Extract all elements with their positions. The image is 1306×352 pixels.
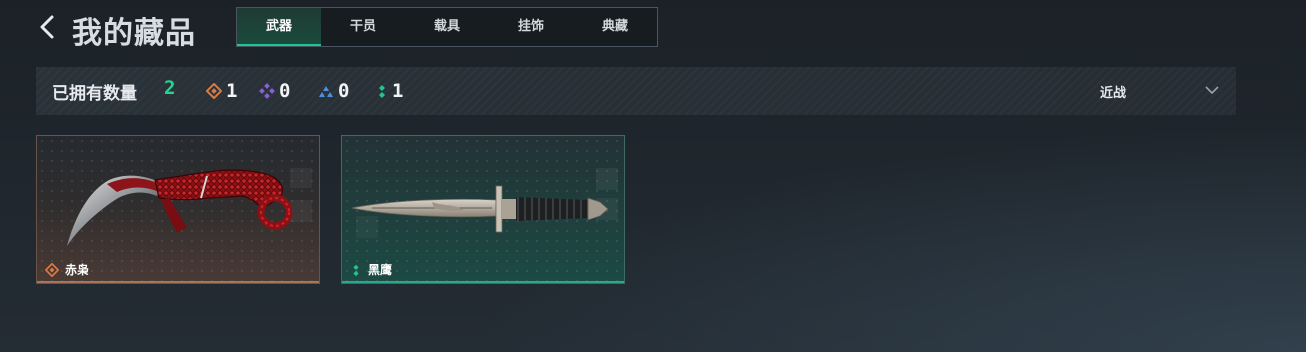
owned-count: 2 (164, 77, 176, 99)
rarity-count-orange: 1 (206, 79, 237, 103)
chevron-down-icon (1205, 86, 1219, 95)
orange-diamond-icon (45, 262, 59, 277)
tab-collection[interactable]: 典藏 (573, 8, 657, 46)
category-dropdown-value: 近战 (1100, 86, 1127, 101)
tab-charms[interactable]: 挂饰 (489, 8, 573, 46)
category-dropdown[interactable]: 近战 (1086, 67, 1236, 115)
collection-item-card[interactable]: 黑鹰 (341, 135, 625, 284)
rarity-count: 0 (279, 80, 291, 102)
karambit-knife-image (67, 168, 312, 246)
tab-operators[interactable]: 干员 (321, 8, 405, 46)
combat-dagger-image (351, 168, 618, 238)
item-name: 黑鹰 (368, 263, 393, 277)
green-dots-icon (353, 264, 359, 276)
purple-diamond-icon (259, 83, 275, 99)
card-label: 黑鹰 (350, 261, 392, 278)
collection-item-card[interactable]: 赤枭 (36, 135, 320, 284)
tab-vehicles[interactable]: 载具 (405, 8, 489, 46)
owned-label: 已拥有数量 (52, 84, 137, 104)
rarity-count-blue: 0 (318, 79, 349, 103)
rarity-count: 0 (338, 80, 350, 102)
header: 我的藏品 武器 干员 载具 挂饰 典藏 (0, 0, 1306, 56)
rarity-count-purple: 0 (259, 79, 290, 103)
stats-bar: 已拥有数量 2 1 0 0 1 近战 (36, 67, 1236, 115)
item-name: 赤枭 (65, 263, 90, 277)
rarity-count-green: 1 (376, 79, 403, 103)
chevron-left-icon (40, 15, 54, 39)
blue-triangle-icon (319, 86, 333, 97)
tab-weapons[interactable]: 武器 (237, 8, 321, 46)
green-dots-icon (379, 85, 385, 98)
orange-diamond-icon (206, 83, 222, 99)
rarity-count: 1 (392, 80, 404, 102)
back-button[interactable] (36, 12, 62, 42)
category-tabs: 武器 干员 载具 挂饰 典藏 (236, 7, 658, 47)
card-label: 赤枭 (45, 261, 89, 278)
rarity-count: 1 (226, 80, 238, 102)
page-title: 我的藏品 (72, 16, 196, 51)
